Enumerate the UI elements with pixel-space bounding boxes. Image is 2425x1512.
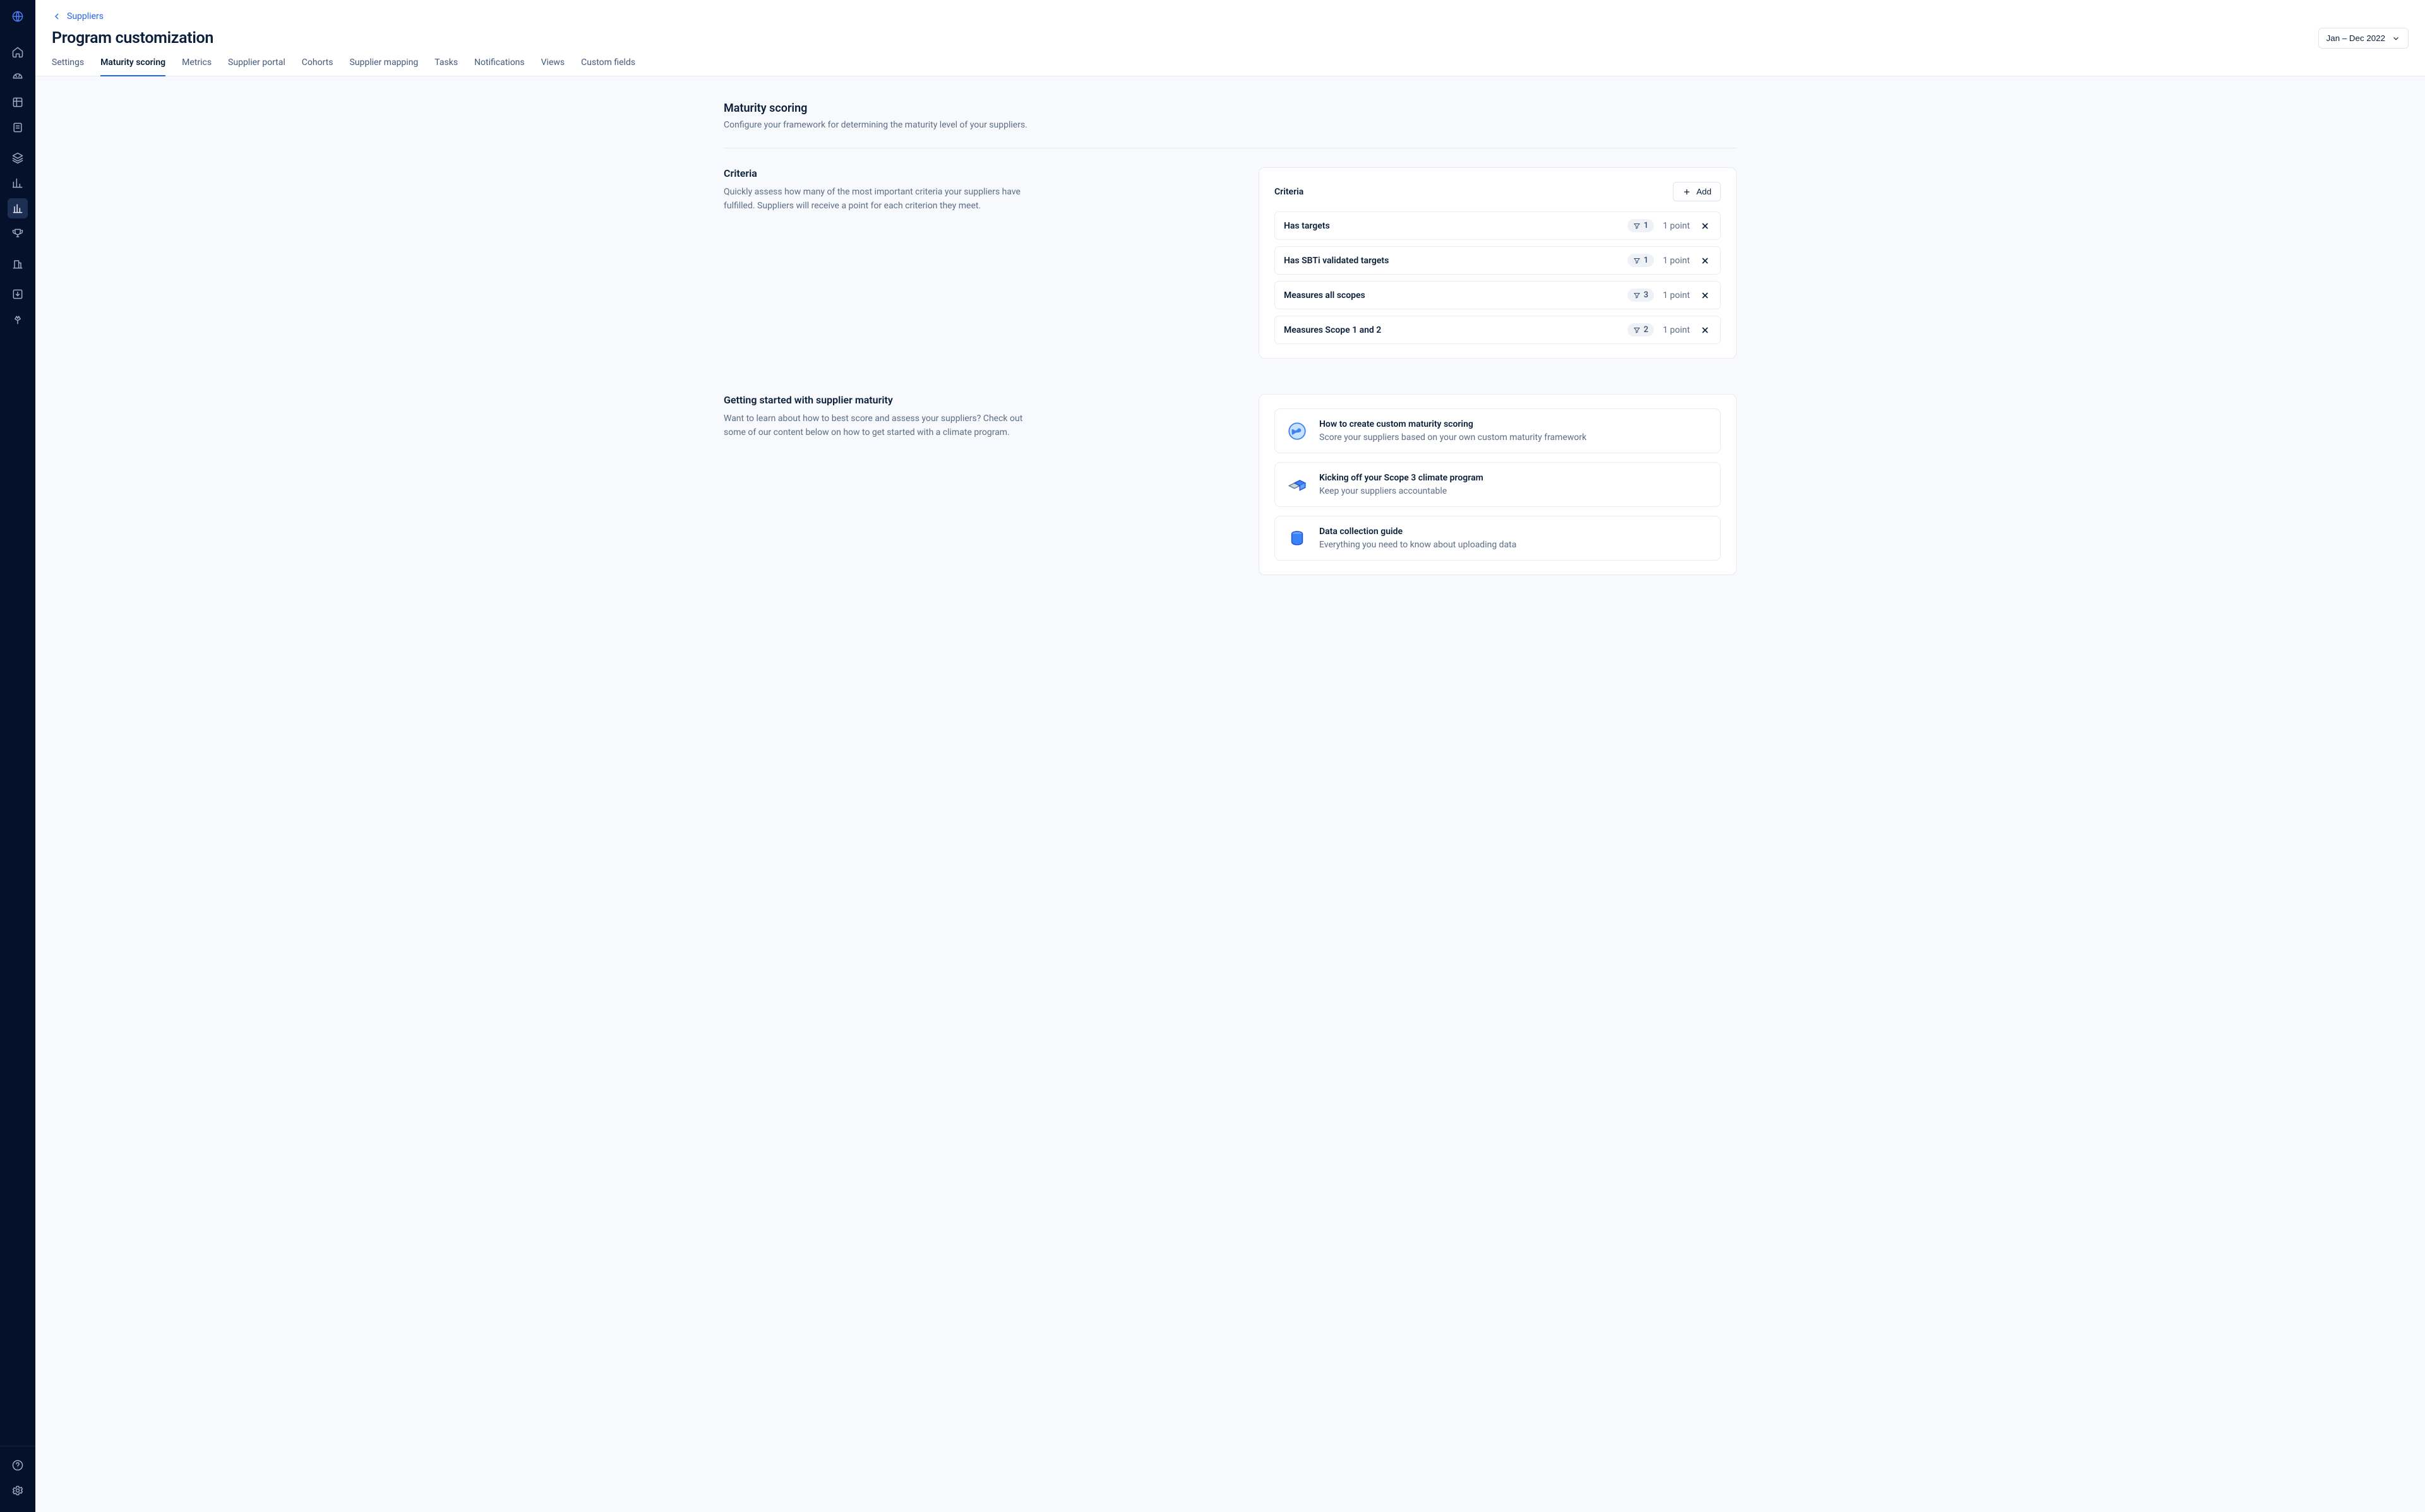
criteria-label: Measures all scopes bbox=[1284, 290, 1619, 301]
app-logo bbox=[11, 10, 24, 25]
tab-custom-fields[interactable]: Custom fields bbox=[581, 57, 635, 76]
filter-count: 1 bbox=[1644, 256, 1648, 265]
section-title: Maturity scoring bbox=[724, 102, 1737, 115]
boxes-icon bbox=[1286, 474, 1308, 496]
filter-icon bbox=[1633, 326, 1641, 334]
nav-layers-icon[interactable] bbox=[8, 148, 28, 168]
filter-icon bbox=[1633, 257, 1641, 265]
nav-analytics-icon[interactable] bbox=[8, 198, 28, 218]
criteria-label: Has targets bbox=[1284, 221, 1619, 231]
criteria-points: 1 point bbox=[1663, 325, 1690, 335]
breadcrumb-back[interactable]: Suppliers bbox=[52, 11, 104, 21]
chevron-down-icon bbox=[2392, 34, 2400, 43]
remove-criteria-button[interactable] bbox=[1699, 289, 1711, 302]
filter-chip[interactable]: 2 bbox=[1627, 323, 1654, 336]
plus-icon bbox=[1682, 188, 1691, 196]
guide-title: How to create custom maturity scoring bbox=[1319, 419, 1586, 429]
tab-settings[interactable]: Settings bbox=[52, 57, 84, 76]
guide-title: Kicking off your Scope 3 climate program bbox=[1319, 473, 1483, 483]
guide-link[interactable]: How to create custom maturity scoring Sc… bbox=[1274, 408, 1721, 453]
guide-title: Data collection guide bbox=[1319, 527, 1516, 537]
filter-count: 1 bbox=[1644, 221, 1648, 230]
filter-icon bbox=[1633, 222, 1641, 230]
left-nav-rail bbox=[0, 0, 35, 1512]
close-icon bbox=[1700, 290, 1710, 301]
filter-count: 3 bbox=[1644, 290, 1648, 300]
close-icon bbox=[1700, 256, 1710, 266]
criteria-card: Criteria Add Has targets 1 bbox=[1259, 167, 1737, 359]
breadcrumb-label: Suppliers bbox=[67, 11, 104, 21]
database-icon bbox=[1286, 528, 1308, 549]
filter-count: 2 bbox=[1644, 325, 1648, 335]
nav-wind-icon[interactable] bbox=[8, 309, 28, 330]
criteria-card-title: Criteria bbox=[1274, 187, 1303, 197]
page-title: Program customization bbox=[52, 29, 213, 47]
remove-criteria-button[interactable] bbox=[1699, 220, 1711, 232]
guide-link[interactable]: Kicking off your Scope 3 climate program… bbox=[1274, 462, 1721, 507]
criteria-points: 1 point bbox=[1663, 290, 1690, 301]
criteria-description: Quickly assess how many of the most impo… bbox=[724, 186, 1027, 213]
tab-maturity-scoring[interactable]: Maturity scoring bbox=[100, 57, 165, 76]
nav-trophy-icon[interactable] bbox=[8, 223, 28, 244]
period-label: Jan – Dec 2022 bbox=[2326, 33, 2385, 43]
criteria-label: Has SBTi validated targets bbox=[1284, 256, 1619, 266]
tab-supplier-portal[interactable]: Supplier portal bbox=[228, 57, 285, 76]
tab-views[interactable]: Views bbox=[541, 57, 565, 76]
add-criteria-label: Add bbox=[1696, 187, 1711, 196]
tab-metrics[interactable]: Metrics bbox=[182, 57, 212, 76]
filter-icon bbox=[1633, 292, 1641, 299]
nav-settings-icon[interactable] bbox=[8, 1480, 28, 1501]
criteria-points: 1 point bbox=[1663, 221, 1690, 231]
guide-description: Keep your suppliers accountable bbox=[1319, 486, 1483, 496]
nav-bar-chart-icon[interactable] bbox=[8, 173, 28, 193]
guide-link[interactable]: Data collection guide Everything you nee… bbox=[1274, 516, 1721, 561]
criteria-points: 1 point bbox=[1663, 256, 1690, 266]
guide-description: Score your suppliers based on your own c… bbox=[1319, 432, 1586, 443]
earth-icon bbox=[1286, 420, 1308, 442]
guides-card: How to create custom maturity scoring Sc… bbox=[1259, 394, 1737, 575]
arrow-left-icon bbox=[52, 11, 62, 21]
page-header: Suppliers Program customization Jan – De… bbox=[35, 0, 2425, 76]
guide-description: Everything you need to know about upload… bbox=[1319, 540, 1516, 550]
nav-home-icon[interactable] bbox=[8, 42, 28, 62]
getting-started-heading: Getting started with supplier maturity bbox=[724, 394, 1202, 406]
tab-notifications[interactable]: Notifications bbox=[474, 57, 525, 76]
nav-globe-icon[interactable] bbox=[8, 67, 28, 87]
tab-supplier-mapping[interactable]: Supplier mapping bbox=[349, 57, 418, 76]
filter-chip[interactable]: 1 bbox=[1627, 254, 1654, 267]
nav-download-icon[interactable] bbox=[8, 284, 28, 304]
remove-criteria-button[interactable] bbox=[1699, 324, 1711, 336]
tab-bar: Settings Maturity scoring Metrics Suppli… bbox=[52, 57, 2409, 76]
filter-chip[interactable]: 3 bbox=[1627, 289, 1654, 302]
filter-chip[interactable]: 1 bbox=[1627, 219, 1654, 232]
section-description: Configure your framework for determining… bbox=[724, 120, 1737, 130]
criteria-heading: Criteria bbox=[724, 167, 1202, 179]
tab-tasks[interactable]: Tasks bbox=[434, 57, 458, 76]
nav-document-icon[interactable] bbox=[8, 117, 28, 138]
close-icon bbox=[1700, 325, 1710, 335]
close-icon bbox=[1700, 221, 1710, 231]
getting-started-description: Want to learn about how to best score an… bbox=[724, 412, 1027, 439]
tab-cohorts[interactable]: Cohorts bbox=[302, 57, 333, 76]
criteria-row: Has SBTi validated targets 1 1 point bbox=[1274, 246, 1721, 275]
period-picker[interactable]: Jan – Dec 2022 bbox=[2318, 28, 2409, 49]
criteria-row: Measures Scope 1 and 2 2 1 point bbox=[1274, 316, 1721, 344]
nav-grid-icon[interactable] bbox=[8, 92, 28, 112]
criteria-row: Has targets 1 1 point bbox=[1274, 211, 1721, 240]
criteria-row: Measures all scopes 3 1 point bbox=[1274, 281, 1721, 309]
add-criteria-button[interactable]: Add bbox=[1673, 182, 1721, 201]
nav-help-icon[interactable] bbox=[8, 1455, 28, 1475]
criteria-label: Measures Scope 1 and 2 bbox=[1284, 325, 1619, 335]
nav-building-icon[interactable] bbox=[8, 254, 28, 274]
remove-criteria-button[interactable] bbox=[1699, 254, 1711, 267]
